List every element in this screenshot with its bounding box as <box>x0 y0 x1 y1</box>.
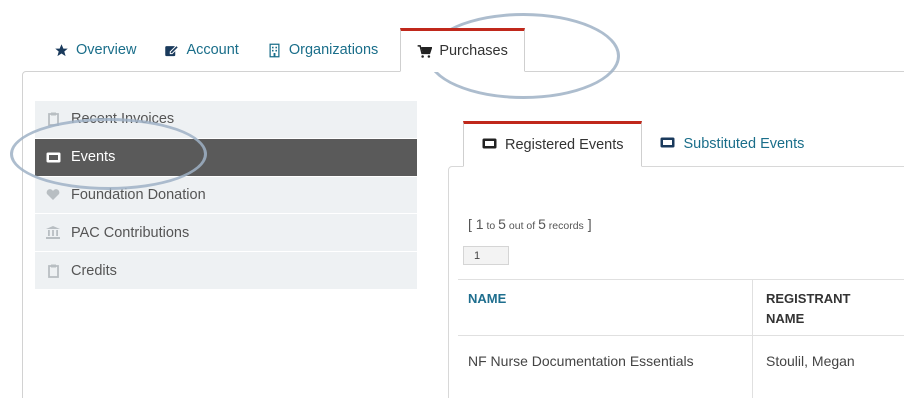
side-item-credits[interactable]: Credits <box>35 252 417 290</box>
side-item-label: Foundation Donation <box>71 186 206 203</box>
tab-account[interactable]: Account <box>150 28 252 72</box>
side-item-label: Events <box>71 149 116 166</box>
heart-icon <box>35 189 71 201</box>
ticket-icon <box>35 152 71 163</box>
record-total: 5 <box>538 216 546 232</box>
ticket-icon <box>482 137 497 153</box>
tab-registered-events-label: Registered Events <box>505 137 624 153</box>
record-to: 5 <box>498 216 506 232</box>
tab-registered-events[interactable]: Registered Events <box>463 121 643 167</box>
tab-substituted-events[interactable]: Substituted Events <box>642 121 822 167</box>
table-header-border <box>458 335 904 336</box>
side-item-recent-invoices[interactable]: Recent Invoices <box>35 101 417 139</box>
cell-registrant-name: Stoulil, Megan <box>766 353 855 369</box>
edit-icon <box>164 43 180 58</box>
table-top-border <box>458 279 904 280</box>
tab-organizations[interactable]: Organizations <box>253 28 392 72</box>
side-item-pac-contributions[interactable]: PAC Contributions <box>35 214 417 253</box>
side-item-events[interactable]: Events <box>35 138 417 177</box>
side-item-label: Credits <box>71 262 117 279</box>
side-item-label: PAC Contributions <box>71 224 190 241</box>
building-icon <box>267 43 282 58</box>
cell-event-name: NF Nurse Documentation Essentials <box>468 353 694 369</box>
column-header-name[interactable]: NAME <box>468 289 506 309</box>
cart-icon <box>417 44 433 59</box>
purchases-side-menu: Recent Invoices Events Foundation Donati… <box>35 101 417 290</box>
tab-overview[interactable]: Overview <box>40 28 150 72</box>
ticket-icon <box>660 136 675 152</box>
side-item-label: Recent Invoices <box>71 111 175 128</box>
institution-icon <box>35 226 71 240</box>
events-tab-bar: Registered Events Substituted Events <box>463 121 822 167</box>
column-divider <box>752 279 753 398</box>
tab-purchases-label: Purchases <box>439 43 508 59</box>
record-from: 1 <box>475 216 484 232</box>
record-count: [ 1 to 5 out of 5 records ] <box>468 216 592 232</box>
star-icon <box>54 43 69 58</box>
pagination-page-button[interactable]: 1 <box>463 246 509 265</box>
clipboard-icon <box>35 112 71 127</box>
tab-substituted-events-label: Substituted Events <box>683 136 805 152</box>
clipboard-icon <box>35 264 71 278</box>
tab-account-label: Account <box>186 42 239 58</box>
column-header-registrant-name[interactable]: REGISTRANT NAME <box>766 289 851 329</box>
top-tab-bar: Overview Account Organizations Purchases <box>40 28 525 72</box>
tab-overview-label: Overview <box>76 42 137 58</box>
tab-purchases[interactable]: Purchases <box>400 28 525 72</box>
side-item-foundation-donation[interactable]: Foundation Donation <box>35 176 417 215</box>
tab-organizations-label: Organizations <box>288 42 379 58</box>
